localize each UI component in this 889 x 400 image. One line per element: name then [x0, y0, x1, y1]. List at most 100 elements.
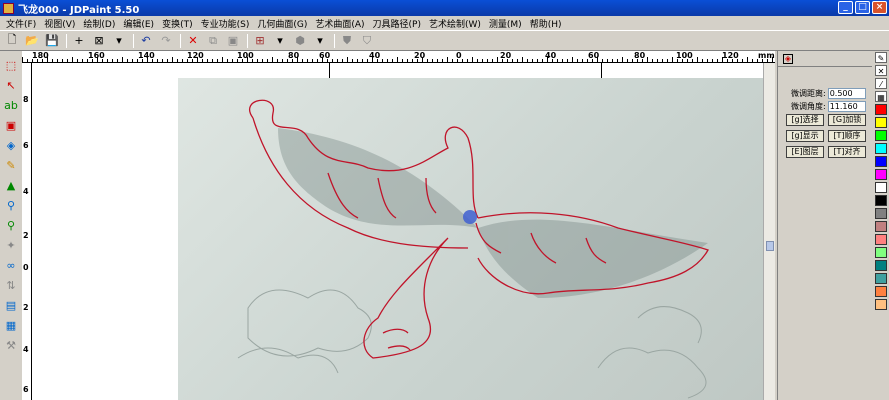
menu-transform[interactable]: 变换(T): [158, 17, 197, 30]
copy-icon[interactable]: ⧉: [204, 33, 222, 49]
color-swatch[interactable]: [875, 221, 887, 232]
menu-toolpath[interactable]: 刀具路径(P): [369, 17, 425, 30]
ruler-tick: [602, 59, 603, 62]
menu-file[interactable]: 文件(F): [2, 17, 40, 30]
ruler-tick: [412, 59, 413, 62]
tool-icon[interactable]: ⚒: [3, 337, 19, 353]
vertical-scrollbar[interactable]: [763, 63, 775, 400]
color-swatch[interactable]: [875, 130, 887, 141]
link-icon[interactable]: ∞: [3, 257, 19, 273]
delete-icon[interactable]: ✕: [184, 33, 202, 49]
drawing-canvas[interactable]: [32, 63, 763, 400]
pen-icon[interactable]: ✎: [3, 157, 19, 173]
color-swatch[interactable]: [875, 234, 887, 245]
show-button[interactable]: [g]显示: [786, 130, 824, 142]
menu-help[interactable]: 帮助(H): [526, 17, 566, 30]
ruler-label: 100: [676, 51, 693, 60]
eyedropper-icon[interactable]: ⁄: [875, 78, 887, 89]
ruler-tick: [497, 57, 498, 62]
minimize-button[interactable]: _: [838, 1, 853, 14]
color-swatch[interactable]: [875, 195, 887, 206]
menu-view[interactable]: 视图(V): [40, 17, 79, 30]
ruler-tick: [267, 59, 268, 62]
ruler-tick: [627, 59, 628, 62]
lock-button[interactable]: [G]加锁: [828, 114, 866, 126]
color-swatch[interactable]: [875, 117, 887, 128]
pen-tool-icon[interactable]: ✎: [875, 52, 887, 63]
menu-art-surface[interactable]: 艺术曲面(A): [311, 17, 368, 30]
maximize-button[interactable]: □: [855, 1, 870, 14]
undo-icon[interactable]: ↶: [137, 33, 155, 49]
paste-icon[interactable]: ▣: [224, 33, 242, 49]
ruler-tick: [677, 59, 678, 62]
ruler-tick: [432, 59, 433, 62]
ruler-tick: [407, 59, 408, 62]
color-swatch[interactable]: [875, 182, 887, 193]
layers-icon[interactable]: ▤: [3, 297, 19, 313]
ruler-tick: [502, 59, 503, 62]
menu-draw[interactable]: 绘制(D): [79, 17, 119, 30]
color-swatch[interactable]: [875, 260, 887, 271]
color-swatch[interactable]: [875, 143, 887, 154]
scroll-thumb[interactable]: [766, 241, 774, 251]
color-fill-icon[interactable]: ▲: [3, 177, 19, 193]
ruler-tick: [262, 59, 263, 62]
micro-distance-input[interactable]: 0.500: [827, 88, 866, 99]
color-swatch[interactable]: [875, 104, 887, 115]
dropdown-arrow-icon[interactable]: ▾: [110, 33, 128, 49]
new-file-icon[interactable]: 🗋: [3, 33, 21, 49]
mold-icon[interactable]: ⛊: [338, 33, 356, 49]
pattern-icon[interactable]: ▦: [875, 91, 887, 102]
menu-geometry[interactable]: 几何曲面(G): [253, 17, 311, 30]
ruler-tick: [392, 59, 393, 62]
select-button[interactable]: [g]选择: [786, 114, 824, 126]
ruler-tick: [562, 59, 563, 62]
shape-icon[interactable]: ⬢: [291, 33, 309, 49]
ruler-tick: [372, 57, 373, 62]
ruler-tick: [367, 59, 368, 62]
open-folder-icon[interactable]: 📂: [23, 33, 41, 49]
rectangle-icon[interactable]: ▣: [3, 117, 19, 133]
menu-special[interactable]: 专业功能(S): [197, 17, 254, 30]
menu-art-draw[interactable]: 艺术绘制(W): [425, 17, 485, 30]
ruler-tick: [27, 59, 28, 62]
menu-measure[interactable]: 测量(M): [485, 17, 526, 30]
color-swatch[interactable]: [875, 286, 887, 297]
arrange-icon[interactable]: ⇅: [3, 277, 19, 293]
order-button[interactable]: [T]顺序: [828, 130, 866, 142]
ruler-tick: [577, 59, 578, 62]
dropdown-arrow-icon[interactable]: ▾: [311, 33, 329, 49]
pin-icon[interactable]: ⚲: [3, 197, 19, 213]
mold-alt-icon[interactable]: ⛉: [358, 33, 376, 49]
layer-button[interactable]: [E]图层: [786, 146, 824, 158]
ruler-tick: [47, 57, 48, 62]
rotate-icon[interactable]: ◈: [3, 137, 19, 153]
ruler-tick: [247, 57, 248, 62]
dropdown-arrow-icon[interactable]: ▾: [271, 33, 289, 49]
text-icon[interactable]: ab: [3, 97, 19, 113]
box-select-icon[interactable]: ⊠: [90, 33, 108, 49]
no-color-icon[interactable]: ✕: [875, 65, 887, 76]
grid-icon[interactable]: ⊞: [251, 33, 269, 49]
toolbar-separator: [66, 33, 67, 48]
color-swatch[interactable]: [875, 156, 887, 167]
crosshair-icon[interactable]: +: [70, 33, 88, 49]
color-swatch[interactable]: [875, 208, 887, 219]
color-swatch[interactable]: [875, 273, 887, 284]
color-swatch[interactable]: [875, 247, 887, 258]
node-edit-icon[interactable]: ↖: [3, 77, 19, 93]
brush-icon[interactable]: ✦: [3, 237, 19, 253]
color-swatch[interactable]: [875, 299, 887, 310]
save-icon[interactable]: 💾: [43, 33, 61, 49]
micro-angle-input[interactable]: 11.160: [827, 101, 866, 112]
ruler-tick: [147, 57, 148, 62]
select-icon[interactable]: ⬚: [3, 57, 19, 73]
redo-icon[interactable]: ↷: [157, 33, 175, 49]
green-pin-icon[interactable]: ⚲: [3, 217, 19, 233]
align-button[interactable]: [T]对齐: [828, 146, 866, 158]
color-swatch[interactable]: [875, 169, 887, 180]
menu-edit[interactable]: 编辑(E): [119, 17, 158, 30]
close-button[interactable]: ×: [872, 1, 887, 14]
select-tool-icon[interactable]: ◈: [783, 53, 793, 64]
table-icon[interactable]: ▦: [3, 317, 19, 333]
